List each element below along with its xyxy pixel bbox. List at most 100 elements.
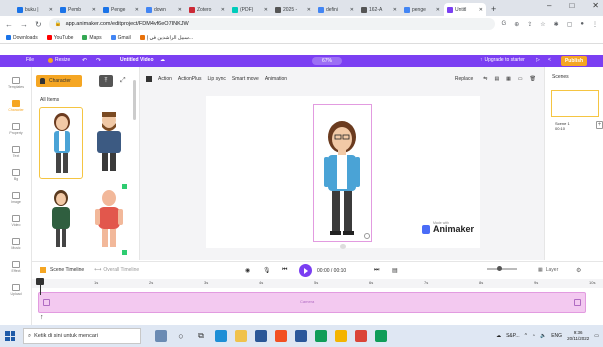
browser-tab[interactable]: defini ✕ [315,3,357,16]
share-icon[interactable]: ⇪ [527,21,532,28]
edge-icon[interactable] [215,330,227,342]
delete-icon[interactable]: 🗑 [530,76,536,82]
lock-item-icon[interactable]: ▭ [518,76,523,82]
url-input[interactable]: 🔒 app.animaker.com/editproject/FDM4vf6eO… [48,18,495,30]
tab-close-icon[interactable]: ✕ [178,7,182,13]
scene-1-thumbnail[interactable] [551,90,599,117]
windows-start-icon[interactable] [5,331,15,341]
track-start-handle-icon[interactable] [43,299,50,306]
resize-handle-icon[interactable] [364,233,370,239]
toolbar-lipsync[interactable]: Lip sync [208,76,226,82]
track-end-handle-icon[interactable] [574,299,581,306]
tab-close-icon[interactable]: ✕ [436,7,440,13]
color-swatch-icon[interactable] [146,76,152,82]
taskbar-news-icon[interactable] [155,330,167,342]
browser-tab[interactable]: Pemb ✕ [57,3,99,16]
chrome-icon[interactable] [335,330,347,342]
tab-close-icon[interactable]: ✕ [92,7,96,13]
upload-character-icon[interactable]: ⤒ [99,75,113,87]
group-icon[interactable]: ▦ [506,76,511,82]
browser-tab[interactable]: Penge ✕ [100,3,142,16]
store-icon[interactable] [255,330,267,342]
resize-button[interactable]: Resize [48,57,70,63]
tab-close-icon[interactable]: ✕ [307,7,311,13]
bookmark-item[interactable]: Gmail [110,35,131,41]
rail-item-video[interactable]: Video [0,215,32,227]
file-explorer-icon[interactable] [235,330,247,342]
toolbar-replace[interactable]: Replace [455,76,473,82]
play-button[interactable] [299,264,312,277]
sidepanel-icon[interactable]: ▢ [567,21,573,28]
rail-item-character[interactable]: Character [0,100,32,112]
forward-icon[interactable]: ⏭ [374,267,379,274]
tab-close-icon[interactable]: ✕ [393,7,397,13]
teams-icon[interactable] [315,330,327,342]
taskbar-clock[interactable]: 9:36 20/11/2022 [567,330,589,342]
wifi-icon[interactable]: ◔ [532,333,535,339]
upgrade-button[interactable]: ↑ Upgrade to starter [480,57,525,63]
redo-icon[interactable]: ↷ [96,57,101,64]
task-view-icon[interactable]: ⧉ [195,330,207,342]
flip-icon[interactable]: ⇋ [483,76,487,82]
character-card-woman-blue[interactable] [39,107,83,179]
maximize-icon[interactable]: □ [569,1,574,10]
character-tab-button[interactable]: Character [36,75,82,87]
extensions-icon[interactable]: ✱ [554,21,559,28]
app-icon[interactable] [355,330,367,342]
toolbar-smartmove[interactable]: Smart move [232,76,259,82]
subtitle-icon[interactable]: ▤ [392,267,398,274]
tab-close-icon[interactable]: ✕ [135,7,139,13]
rail-item-effect[interactable]: Effect [0,261,32,273]
close-icon[interactable]: ✕ [592,1,599,10]
bookmark-item[interactable]: Downloads [6,35,38,41]
browser-tab[interactable]: Untitl ✕ [444,3,486,16]
browser-tab[interactable]: 2025 - ✕ [272,3,314,16]
zoom-slider-knob[interactable] [497,266,502,271]
menu-icon[interactable]: ⋮ [592,21,598,28]
profile-icon[interactable]: ● [580,21,584,28]
rail-item-image[interactable]: Image [0,192,32,204]
app-logo-area[interactable] [0,55,14,67]
rewind-icon[interactable]: ⏮ [282,267,287,274]
character-card-woman-green[interactable] [39,185,83,257]
scene-timeline-tab[interactable]: Scene Timeline [50,267,84,273]
expand-icon[interactable]: ⤢ [120,77,126,85]
add-scene-button[interactable]: + [596,121,603,129]
overall-timeline-tab[interactable]: Overall Timeline [103,267,139,273]
camera-icon[interactable]: ◉ [245,267,250,274]
library-scrollbar[interactable] [133,80,136,120]
undo-icon[interactable]: ↶ [82,57,87,64]
microphone-icon[interactable]: 🎙 [263,267,271,274]
character-card-man-beard[interactable] [87,107,131,179]
reload-icon[interactable]: ↻ [35,20,42,29]
notification-icon[interactable]: ▭ [594,333,599,339]
tab-close-icon[interactable]: ✕ [264,7,268,13]
preview-icon[interactable]: ▷ [536,57,540,63]
rail-item-upload[interactable]: Upload [0,284,32,296]
minimize-icon[interactable]: – [547,1,551,10]
office-icon[interactable] [275,330,287,342]
file-menu[interactable]: File [26,57,34,63]
selected-character-frame[interactable] [313,104,372,242]
browser-tab[interactable]: Zotero ✕ [186,3,228,16]
forward-icon[interactable]: → [20,20,28,29]
star-icon[interactable]: ☆ [540,21,545,28]
zoom-level[interactable]: 67% [312,57,342,65]
project-title[interactable]: Untitled Video [120,57,154,63]
bookmark-item[interactable]: YouTube [46,35,73,41]
tab-close-icon[interactable]: ✕ [350,7,354,13]
new-tab-button[interactable]: + [491,2,496,16]
playhead-knob[interactable] [36,278,44,285]
toolbar-animation[interactable]: Animation [265,76,287,82]
rail-item-text[interactable]: Text [0,146,32,158]
bookmark-item[interactable]: Maps [82,35,102,41]
browser-tab[interactable]: buku | ✕ [14,3,56,16]
character-card-man-red[interactable] [87,185,131,257]
tab-close-icon[interactable]: ✕ [221,7,225,13]
cortana-icon[interactable]: ○ [175,330,187,342]
rail-item-property[interactable]: Property [0,123,32,135]
browser-tab[interactable]: (PDF) ✕ [229,3,271,16]
taskbar-search-input[interactable]: ⌕ Ketik di sini untuk mencari [23,328,141,344]
publish-button[interactable]: Publish [561,56,587,66]
browser-tab[interactable]: down ✕ [143,3,185,16]
